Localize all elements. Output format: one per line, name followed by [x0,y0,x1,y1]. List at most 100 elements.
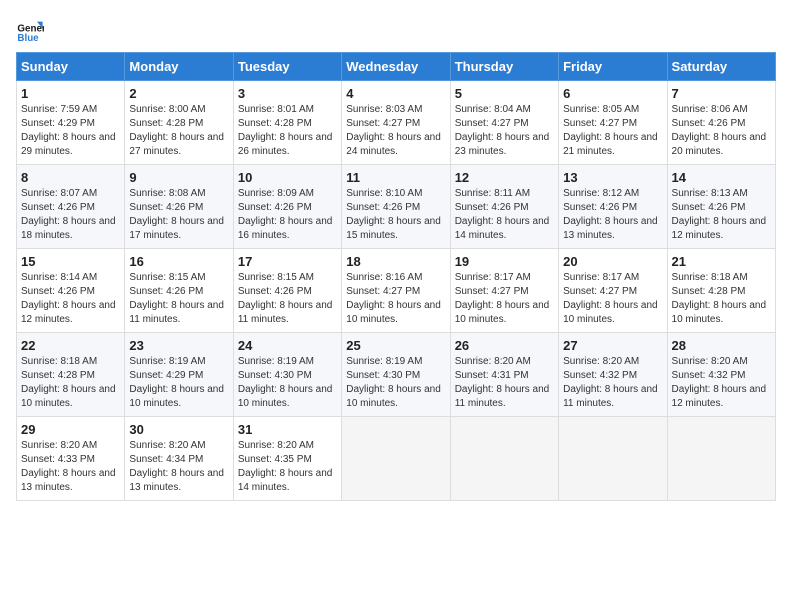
day-number: 7 [672,86,771,101]
day-number: 5 [455,86,554,101]
cell-details: Sunrise: 8:05 AMSunset: 4:27 PMDaylight:… [563,104,658,157]
calendar-cell: 1 Sunrise: 7:59 AMSunset: 4:29 PMDayligh… [17,81,125,165]
cell-details: Sunrise: 8:04 AMSunset: 4:27 PMDaylight:… [455,104,550,157]
logo: General Blue [16,16,44,44]
cell-details: Sunrise: 8:20 AMSunset: 4:32 PMDaylight:… [563,356,658,409]
cell-details: Sunrise: 8:20 AMSunset: 4:31 PMDaylight:… [455,356,550,409]
cell-details: Sunrise: 8:20 AMSunset: 4:33 PMDaylight:… [21,440,116,493]
calendar-cell: 11 Sunrise: 8:10 AMSunset: 4:26 PMDaylig… [342,165,450,249]
calendar-cell [559,417,667,501]
day-number: 11 [346,170,445,185]
page-header: General Blue [16,16,776,44]
calendar-cell: 18 Sunrise: 8:16 AMSunset: 4:27 PMDaylig… [342,249,450,333]
day-number: 24 [238,338,337,353]
day-number: 2 [129,86,228,101]
cell-details: Sunrise: 8:07 AMSunset: 4:26 PMDaylight:… [21,188,116,241]
day-header-friday: Friday [559,53,667,81]
calendar-cell: 23 Sunrise: 8:19 AMSunset: 4:29 PMDaylig… [125,333,233,417]
cell-details: Sunrise: 8:15 AMSunset: 4:26 PMDaylight:… [129,272,224,325]
cell-details: Sunrise: 8:14 AMSunset: 4:26 PMDaylight:… [21,272,116,325]
day-number: 18 [346,254,445,269]
day-number: 1 [21,86,120,101]
cell-details: Sunrise: 8:12 AMSunset: 4:26 PMDaylight:… [563,188,658,241]
day-number: 21 [672,254,771,269]
calendar-header-row: SundayMondayTuesdayWednesdayThursdayFrid… [17,53,776,81]
cell-details: Sunrise: 8:20 AMSunset: 4:35 PMDaylight:… [238,440,333,493]
calendar-cell: 17 Sunrise: 8:15 AMSunset: 4:26 PMDaylig… [233,249,341,333]
cell-details: Sunrise: 8:20 AMSunset: 4:34 PMDaylight:… [129,440,224,493]
calendar-cell: 26 Sunrise: 8:20 AMSunset: 4:31 PMDaylig… [450,333,558,417]
day-header-sunday: Sunday [17,53,125,81]
calendar-cell: 15 Sunrise: 8:14 AMSunset: 4:26 PMDaylig… [17,249,125,333]
day-number: 9 [129,170,228,185]
calendar-cell: 20 Sunrise: 8:17 AMSunset: 4:27 PMDaylig… [559,249,667,333]
calendar-cell: 6 Sunrise: 8:05 AMSunset: 4:27 PMDayligh… [559,81,667,165]
calendar-cell: 8 Sunrise: 8:07 AMSunset: 4:26 PMDayligh… [17,165,125,249]
cell-details: Sunrise: 8:00 AMSunset: 4:28 PMDaylight:… [129,104,224,157]
day-number: 4 [346,86,445,101]
calendar-cell: 16 Sunrise: 8:15 AMSunset: 4:26 PMDaylig… [125,249,233,333]
calendar-cell: 10 Sunrise: 8:09 AMSunset: 4:26 PMDaylig… [233,165,341,249]
calendar-cell: 4 Sunrise: 8:03 AMSunset: 4:27 PMDayligh… [342,81,450,165]
day-header-tuesday: Tuesday [233,53,341,81]
cell-details: Sunrise: 8:20 AMSunset: 4:32 PMDaylight:… [672,356,767,409]
day-number: 30 [129,422,228,437]
day-number: 19 [455,254,554,269]
cell-details: Sunrise: 8:18 AMSunset: 4:28 PMDaylight:… [672,272,767,325]
cell-details: Sunrise: 8:10 AMSunset: 4:26 PMDaylight:… [346,188,441,241]
calendar-cell: 9 Sunrise: 8:08 AMSunset: 4:26 PMDayligh… [125,165,233,249]
cell-details: Sunrise: 7:59 AMSunset: 4:29 PMDaylight:… [21,104,116,157]
calendar-cell: 21 Sunrise: 8:18 AMSunset: 4:28 PMDaylig… [667,249,775,333]
day-number: 20 [563,254,662,269]
day-number: 25 [346,338,445,353]
cell-details: Sunrise: 8:08 AMSunset: 4:26 PMDaylight:… [129,188,224,241]
day-header-wednesday: Wednesday [342,53,450,81]
day-number: 13 [563,170,662,185]
cell-details: Sunrise: 8:01 AMSunset: 4:28 PMDaylight:… [238,104,333,157]
cell-details: Sunrise: 8:13 AMSunset: 4:26 PMDaylight:… [672,188,767,241]
day-number: 22 [21,338,120,353]
day-number: 15 [21,254,120,269]
calendar-week-row: 29 Sunrise: 8:20 AMSunset: 4:33 PMDaylig… [17,417,776,501]
calendar-cell: 28 Sunrise: 8:20 AMSunset: 4:32 PMDaylig… [667,333,775,417]
day-number: 16 [129,254,228,269]
calendar-cell [342,417,450,501]
day-number: 12 [455,170,554,185]
day-number: 28 [672,338,771,353]
cell-details: Sunrise: 8:19 AMSunset: 4:30 PMDaylight:… [238,356,333,409]
calendar-cell: 12 Sunrise: 8:11 AMSunset: 4:26 PMDaylig… [450,165,558,249]
cell-details: Sunrise: 8:17 AMSunset: 4:27 PMDaylight:… [455,272,550,325]
logo-icon: General Blue [16,16,44,44]
day-header-saturday: Saturday [667,53,775,81]
day-number: 31 [238,422,337,437]
day-number: 8 [21,170,120,185]
calendar-cell: 2 Sunrise: 8:00 AMSunset: 4:28 PMDayligh… [125,81,233,165]
calendar-cell: 27 Sunrise: 8:20 AMSunset: 4:32 PMDaylig… [559,333,667,417]
day-number: 3 [238,86,337,101]
day-number: 27 [563,338,662,353]
calendar-cell: 24 Sunrise: 8:19 AMSunset: 4:30 PMDaylig… [233,333,341,417]
calendar-cell: 13 Sunrise: 8:12 AMSunset: 4:26 PMDaylig… [559,165,667,249]
calendar-cell [450,417,558,501]
cell-details: Sunrise: 8:06 AMSunset: 4:26 PMDaylight:… [672,104,767,157]
calendar-week-row: 15 Sunrise: 8:14 AMSunset: 4:26 PMDaylig… [17,249,776,333]
calendar-cell: 5 Sunrise: 8:04 AMSunset: 4:27 PMDayligh… [450,81,558,165]
cell-details: Sunrise: 8:11 AMSunset: 4:26 PMDaylight:… [455,188,550,241]
cell-details: Sunrise: 8:16 AMSunset: 4:27 PMDaylight:… [346,272,441,325]
cell-details: Sunrise: 8:03 AMSunset: 4:27 PMDaylight:… [346,104,441,157]
day-number: 29 [21,422,120,437]
calendar-cell: 7 Sunrise: 8:06 AMSunset: 4:26 PMDayligh… [667,81,775,165]
calendar-cell: 30 Sunrise: 8:20 AMSunset: 4:34 PMDaylig… [125,417,233,501]
calendar-table: SundayMondayTuesdayWednesdayThursdayFrid… [16,52,776,501]
calendar-cell [667,417,775,501]
calendar-cell: 3 Sunrise: 8:01 AMSunset: 4:28 PMDayligh… [233,81,341,165]
calendar-week-row: 1 Sunrise: 7:59 AMSunset: 4:29 PMDayligh… [17,81,776,165]
calendar-cell: 22 Sunrise: 8:18 AMSunset: 4:28 PMDaylig… [17,333,125,417]
day-number: 26 [455,338,554,353]
cell-details: Sunrise: 8:19 AMSunset: 4:30 PMDaylight:… [346,356,441,409]
day-number: 14 [672,170,771,185]
calendar-week-row: 8 Sunrise: 8:07 AMSunset: 4:26 PMDayligh… [17,165,776,249]
calendar-cell: 19 Sunrise: 8:17 AMSunset: 4:27 PMDaylig… [450,249,558,333]
day-number: 17 [238,254,337,269]
cell-details: Sunrise: 8:19 AMSunset: 4:29 PMDaylight:… [129,356,224,409]
